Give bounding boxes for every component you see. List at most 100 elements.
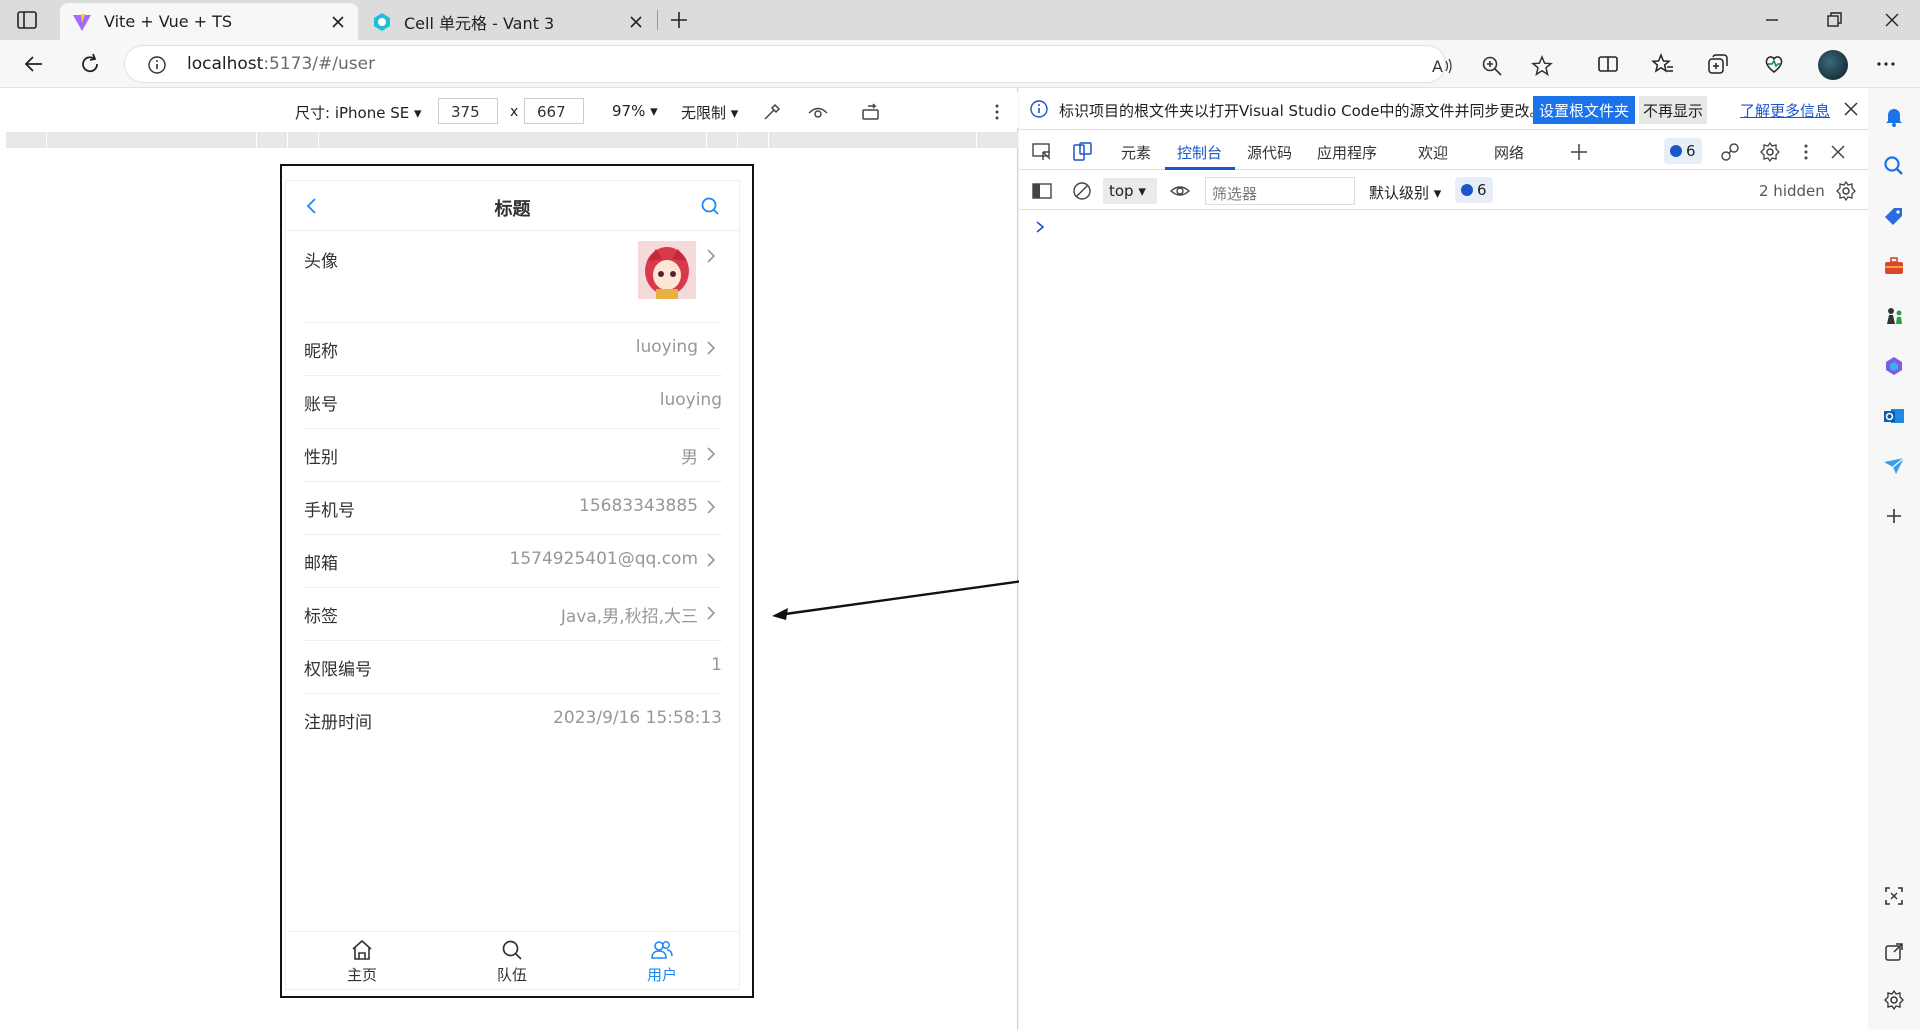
games-chess-icon[interactable] xyxy=(1882,304,1906,328)
send-icon[interactable] xyxy=(1882,454,1906,478)
add-sidebar-app-icon[interactable] xyxy=(1882,504,1906,528)
split-screen-icon[interactable] xyxy=(1596,52,1620,76)
new-tab-icon[interactable] xyxy=(668,9,690,31)
zoom-select[interactable]: 97% ▾ xyxy=(612,102,658,120)
notification-bell-icon[interactable] xyxy=(1882,104,1906,128)
search-icon[interactable] xyxy=(699,195,721,217)
tab-sources[interactable]: 源代码 xyxy=(1247,142,1292,163)
mobile-tabbar: 主页 队伍 用户 xyxy=(286,931,739,989)
log-level-select[interactable]: 默认级别 ▾ xyxy=(1369,182,1441,203)
device-size-select[interactable]: 尺寸: iPhone SE ▾ xyxy=(295,102,422,123)
tabbar-item-team[interactable]: 队伍 xyxy=(462,938,562,985)
customize-more-icon[interactable] xyxy=(1795,141,1817,163)
microsoft-365-icon[interactable] xyxy=(1882,354,1906,378)
infobar-message: 标识项目的根文件夹以打开Visual Studio Code中的源文件并同步更改… xyxy=(1059,102,1545,120)
address-bar[interactable]: localhost:5173/#/user A xyxy=(124,45,1553,83)
favorites-icon[interactable] xyxy=(1650,52,1674,76)
connection-icon[interactable] xyxy=(1719,141,1741,163)
browser-tab-vite[interactable]: Vite + Vue + TS xyxy=(60,3,358,40)
minimize-icon[interactable] xyxy=(1760,8,1784,32)
cell-permission: 权限编号 1 xyxy=(304,641,722,694)
devtools-infobar: 标识项目的根文件夹以打开Visual Studio Code中的源文件并同步更改… xyxy=(1019,88,1868,130)
add-tool-icon[interactable] xyxy=(1568,141,1590,163)
tabbar-label: 主页 xyxy=(346,966,377,984)
cell-value: 1574925401@qq.com xyxy=(509,549,698,569)
cell-tags[interactable]: 标签 Java,男,秋招,大三 xyxy=(304,588,722,641)
live-expression-eye-icon[interactable] xyxy=(1169,180,1191,202)
close-infobar-icon[interactable] xyxy=(1842,100,1860,118)
screenshot-capture-icon[interactable] xyxy=(1882,884,1906,908)
back-icon[interactable] xyxy=(22,52,46,76)
clear-console-icon[interactable] xyxy=(1071,180,1093,202)
cell-label: 邮箱 xyxy=(304,554,338,574)
close-tab-icon[interactable] xyxy=(330,14,346,30)
device-emulation-icon[interactable] xyxy=(1071,141,1093,163)
restore-icon[interactable] xyxy=(1822,8,1846,32)
search-icon[interactable] xyxy=(1882,154,1906,178)
more-menu-icon[interactable] xyxy=(1874,52,1898,76)
cell-value: 2023/9/16 15:58:13 xyxy=(553,708,722,728)
tab-actions-icon[interactable] xyxy=(16,10,38,30)
svg-text:A: A xyxy=(1432,57,1443,76)
sidebar-settings-gear-icon[interactable] xyxy=(1882,988,1906,1012)
width-input[interactable]: 375 xyxy=(438,98,498,124)
set-root-folder-button[interactable]: 设置根文件夹 xyxy=(1533,96,1636,124)
console-prompt-chevron-icon[interactable] xyxy=(1033,220,1047,234)
issues-badge[interactable]: 6 xyxy=(1664,138,1702,164)
console-filter-input[interactable]: 筛选器 xyxy=(1205,177,1355,205)
cell-label: 注册时间 xyxy=(304,713,372,733)
sidebar-toggle-icon[interactable] xyxy=(1031,180,1053,202)
outlook-icon[interactable] xyxy=(1882,404,1906,428)
chevron-right-icon xyxy=(704,341,718,355)
performance-icon[interactable] xyxy=(1762,52,1786,76)
cell-email[interactable]: 邮箱 1574925401@qq.com xyxy=(304,535,722,588)
cell-avatar[interactable]: 头像 xyxy=(304,231,722,323)
tools-briefcase-icon[interactable] xyxy=(1882,254,1906,278)
tab-network[interactable]: 网络 xyxy=(1494,142,1524,163)
tabbar-label: 队伍 xyxy=(496,966,527,984)
close-devtools-icon[interactable] xyxy=(1827,141,1849,163)
tab-elements[interactable]: 元素 xyxy=(1121,142,1151,163)
url-text: localhost:5173/#/user xyxy=(187,54,376,74)
navigation-bar: localhost:5173/#/user A xyxy=(0,40,1920,88)
learn-more-link[interactable]: 了解更多信息 xyxy=(1740,100,1830,121)
browser-tab-vant[interactable]: Cell 单元格 - Vant 3 xyxy=(360,3,656,40)
devtools-tabs: 元素 控制台 源代码 应用程序 欢迎 网络 6 xyxy=(1019,132,1868,170)
cell-gender[interactable]: 性别 男 xyxy=(304,429,722,482)
throttle-select[interactable]: 无限制 ▾ xyxy=(681,102,738,123)
tab-application[interactable]: 应用程序 xyxy=(1317,142,1377,163)
settings-gear-icon[interactable] xyxy=(1759,141,1781,163)
times-sign: x xyxy=(510,104,519,120)
cell-phone[interactable]: 手机号 15683343885 xyxy=(304,482,722,535)
eyedropper-icon[interactable] xyxy=(761,101,783,123)
tabbar-item-home[interactable]: 主页 xyxy=(312,938,412,985)
mobile-page-title: 标题 xyxy=(494,199,531,220)
cell-register-time: 注册时间 2023/9/16 15:58:13 xyxy=(304,694,722,747)
shopping-tag-icon[interactable] xyxy=(1882,204,1906,228)
vision-deficiency-icon[interactable] xyxy=(807,101,829,123)
read-aloud-icon[interactable]: A xyxy=(1431,55,1453,77)
dont-show-again-button[interactable]: 不再显示 xyxy=(1639,96,1708,124)
console-settings-gear-icon[interactable] xyxy=(1835,180,1857,202)
close-tab-icon[interactable] xyxy=(628,14,644,30)
collections-icon[interactable] xyxy=(1706,52,1730,76)
console-issues-badge[interactable]: 6 xyxy=(1455,177,1493,203)
close-window-icon[interactable] xyxy=(1880,8,1904,32)
height-input[interactable]: 667 xyxy=(524,98,584,124)
cell-label: 权限编号 xyxy=(304,660,372,680)
tab-welcome[interactable]: 欢迎 xyxy=(1418,142,1448,163)
profile-avatar[interactable] xyxy=(1818,50,1848,80)
tabbar-item-user[interactable]: 用户 xyxy=(612,938,712,985)
refresh-icon[interactable] xyxy=(78,52,102,76)
tab-console[interactable]: 控制台 xyxy=(1177,142,1222,163)
cell-nickname[interactable]: 昵称 luoying xyxy=(304,323,722,376)
zoom-icon[interactable] xyxy=(1481,55,1503,77)
context-select[interactable]: top ▾ xyxy=(1103,178,1157,204)
inspect-element-icon[interactable] xyxy=(1031,141,1053,163)
device-toolbar-more-icon[interactable] xyxy=(986,101,1008,123)
rotate-device-icon[interactable] xyxy=(860,101,882,123)
vant-logo-icon xyxy=(372,12,392,32)
site-info-icon[interactable] xyxy=(147,55,167,75)
favorite-star-icon[interactable] xyxy=(1531,55,1553,77)
open-external-icon[interactable] xyxy=(1882,940,1906,964)
